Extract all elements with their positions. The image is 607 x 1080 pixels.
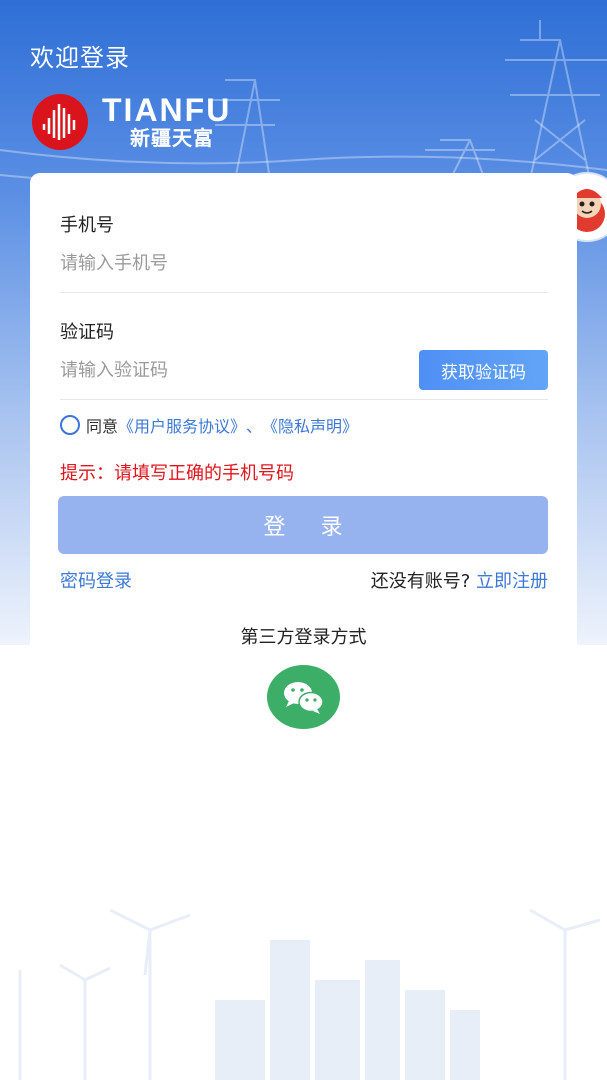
- user-agreement-link[interactable]: 《用户服务协议》: [118, 413, 246, 437]
- phone-label: 手机号: [60, 215, 114, 236]
- error-hint: 提示：请填写正确的手机号码: [60, 463, 294, 484]
- register-link[interactable]: 立即注册: [476, 571, 548, 592]
- brand-chinese: 新疆天富: [130, 126, 214, 150]
- register-row: 还没有账号? 立即注册: [371, 567, 548, 593]
- no-account-text: 还没有账号?: [370, 571, 471, 592]
- password-login-link[interactable]: 密码登录: [60, 567, 132, 593]
- city-skyline-illustration: [18, 908, 601, 1080]
- welcome-title: 欢迎登录: [30, 44, 130, 72]
- agree-radio[interactable]: [60, 415, 80, 435]
- login-button[interactable]: 登 录: [58, 496, 548, 554]
- code-divider: [60, 399, 548, 400]
- phone-divider: [60, 292, 548, 293]
- wechat-icon: [284, 682, 324, 714]
- logo-mark-icon: [32, 94, 88, 150]
- tianfu-logo: TIANFU 新疆天富: [32, 92, 262, 152]
- code-input[interactable]: [60, 350, 420, 390]
- code-label: 验证码: [60, 322, 114, 343]
- agreement-row: 同意 《用户服务协议》 、 《隐私声明》: [60, 413, 358, 437]
- agreement-separator: 、: [246, 417, 263, 436]
- login-card: 手机号 验证码 获取验证码 同意 《用户服务协议》 、 《隐私声明》 提示：请填…: [30, 173, 577, 645]
- agree-prefix: 同意: [86, 417, 119, 436]
- third-party-title: 第三方登录方式: [240, 627, 367, 648]
- wechat-login-button[interactable]: [267, 665, 340, 729]
- get-code-button[interactable]: 获取验证码: [419, 350, 548, 390]
- phone-input[interactable]: [60, 243, 420, 283]
- privacy-link[interactable]: 《隐私声明》: [262, 413, 358, 437]
